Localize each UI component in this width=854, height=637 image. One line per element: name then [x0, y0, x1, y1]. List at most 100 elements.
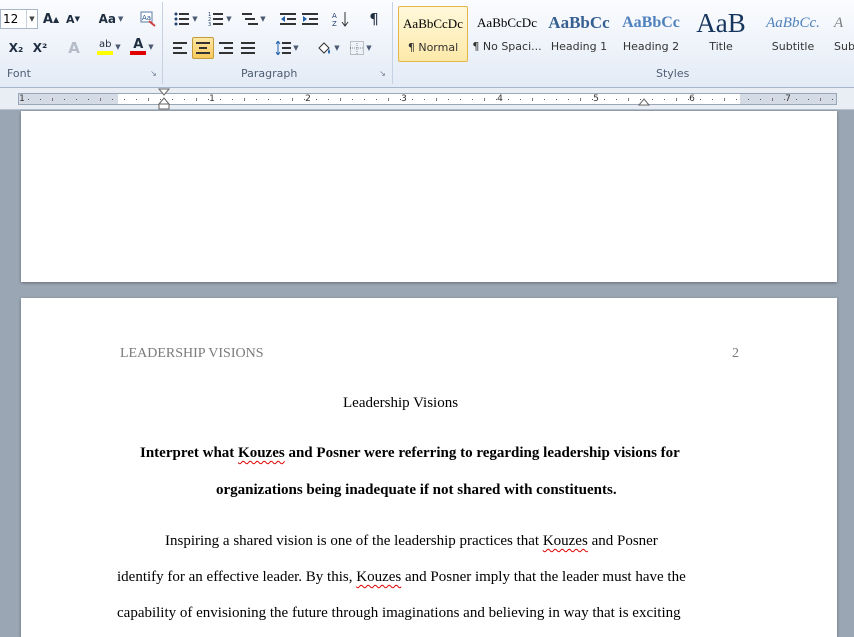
text-run: and Posner were referring to regarding l…	[284, 445, 680, 461]
ruler-tick	[88, 99, 89, 100]
bullets-button[interactable]: ▼	[170, 8, 202, 30]
chevron-down-icon: ▼	[226, 15, 232, 23]
ruler-tick	[544, 99, 545, 100]
horizontal-ruler[interactable]: 1 1 2 3 4 5 6 7	[0, 88, 854, 110]
font-color-button[interactable]: A ▼	[126, 36, 158, 58]
align-center-icon	[196, 42, 210, 54]
align-left-button[interactable]	[170, 37, 190, 59]
paint-bucket-icon	[318, 42, 331, 54]
chevron-down-icon: ▼	[118, 15, 124, 23]
increase-indent-button[interactable]	[300, 8, 320, 30]
superscript-button[interactable]: X²	[30, 37, 50, 59]
numbering-icon: 123	[208, 12, 224, 26]
ruler-tick	[208, 99, 209, 100]
misspelled-word[interactable]: Kouzes	[543, 533, 588, 549]
justify-button[interactable]	[238, 37, 258, 59]
style-preview: AaB	[696, 7, 746, 38]
style-heading-1[interactable]: AaBbCc Heading 1	[544, 6, 614, 62]
ruler-tick	[100, 98, 101, 101]
ruler-tick	[364, 99, 365, 100]
style-name: Heading 1	[550, 40, 608, 53]
text-highlight-button[interactable]: ab ▼	[92, 36, 126, 58]
ruler-tick	[148, 98, 149, 101]
ruler-tick	[328, 99, 329, 100]
ruler-tick	[604, 99, 605, 100]
shrink-arrow-icon: ▼	[74, 15, 80, 23]
borders-button[interactable]: ▼	[346, 37, 376, 59]
ruler-tick	[688, 99, 689, 100]
grow-font-button[interactable]: A ▲	[42, 8, 60, 30]
group-divider	[392, 2, 393, 84]
change-case-label: Aa	[98, 12, 116, 26]
style-name: Sub	[834, 40, 854, 53]
ruler-tick	[376, 99, 377, 100]
svg-text:A: A	[332, 12, 337, 20]
multilevel-list-button[interactable]: ▼	[238, 8, 270, 30]
sort-button[interactable]: AZ	[330, 8, 352, 30]
numbering-button[interactable]: 1 2 3 ▼	[204, 8, 236, 30]
shading-button[interactable]: ▼	[312, 37, 344, 59]
svg-text:Z: Z	[332, 20, 337, 27]
style-preview: AaBbCcDc	[403, 16, 463, 31]
right-indent-marker-icon[interactable]	[638, 97, 650, 107]
styles-group-label: Styles	[656, 67, 690, 80]
paragraph-dialog-launcher-icon[interactable]: ↘	[378, 70, 387, 79]
ruler-tick	[388, 98, 389, 101]
shrink-font-button[interactable]: A ▼	[64, 8, 82, 30]
style-normal[interactable]: AaBbCcDc ¶ Normal	[398, 6, 468, 62]
font-group-label: Font	[7, 67, 31, 80]
line-spacing-button[interactable]: ▼	[272, 37, 302, 59]
clear-formatting-button[interactable]: Aa	[138, 8, 158, 30]
ruler-tick	[700, 99, 701, 100]
document-page[interactable]: LEADERSHIP VISIONS 2 Leadership Visions …	[21, 298, 837, 637]
chevron-down-icon: ▼	[334, 44, 340, 52]
ruler-tick	[136, 99, 137, 100]
svg-text:3: 3	[208, 22, 211, 26]
font-size-box[interactable]: 12 ▼	[0, 9, 38, 29]
clear-formatting-icon: Aa	[140, 11, 156, 27]
show-formatting-button[interactable]: ¶	[364, 8, 384, 30]
text-run: and Posner imply that the leader must ha…	[401, 569, 686, 585]
misspelled-word[interactable]: Kouzes	[356, 569, 401, 585]
style-heading-2[interactable]: AaBbCc Heading 2	[616, 6, 686, 62]
font-dialog-launcher-icon[interactable]: ↘	[149, 70, 158, 79]
ruler-tick	[580, 98, 581, 101]
align-right-button[interactable]	[216, 37, 236, 59]
subscript-button[interactable]: X₂	[4, 37, 28, 59]
style-subtle-emphasis[interactable]: A Sub	[830, 6, 854, 62]
style-title[interactable]: AaB Title	[686, 6, 756, 62]
change-case-button[interactable]: Aa ▼	[96, 8, 126, 30]
align-left-icon	[173, 42, 187, 54]
ruler-tick	[76, 99, 77, 100]
decrease-indent-button[interactable]	[278, 8, 298, 30]
ruler-tick	[832, 99, 833, 100]
ruler-tick	[760, 99, 761, 100]
ruler-tick	[64, 99, 65, 100]
chevron-down-icon: ▼	[115, 43, 121, 51]
misspelled-word[interactable]: Kouzes	[238, 445, 285, 461]
ruler-tick	[724, 98, 725, 101]
ruler-tick	[772, 98, 773, 101]
font-size-value: 12	[3, 12, 19, 26]
ruler-tick	[592, 99, 593, 100]
ruler-tick	[184, 99, 185, 100]
line-spacing-icon	[275, 41, 292, 55]
ribbon: 12 ▼ A ▲ A ▼ Aa ▼ Aa X₂ X² A ab ▼ A ▼ Font …	[0, 0, 854, 88]
style-subtitle[interactable]: AaBbCc. Subtitle	[758, 6, 828, 62]
document-page[interactable]	[21, 111, 837, 282]
increase-indent-icon	[302, 13, 318, 25]
bullets-icon	[174, 12, 190, 26]
align-center-button[interactable]	[192, 37, 214, 59]
chevron-down-icon: ▼	[293, 44, 299, 52]
highlight-color-swatch	[97, 50, 114, 55]
font-color-label: A	[133, 37, 144, 52]
ruler-tick	[508, 99, 509, 100]
ruler-tick	[244, 98, 245, 101]
style-no-spacing[interactable]: AaBbCcDc ¶ No Spaci...	[472, 6, 542, 62]
page-number: 2	[732, 346, 739, 361]
font-size-dropdown-icon[interactable]: ▼	[26, 10, 37, 28]
indent-marker-icon[interactable]	[158, 88, 170, 110]
text-effects-button[interactable]: A	[64, 37, 84, 59]
ruler-tick	[40, 99, 41, 100]
ruler-tick	[556, 99, 557, 100]
